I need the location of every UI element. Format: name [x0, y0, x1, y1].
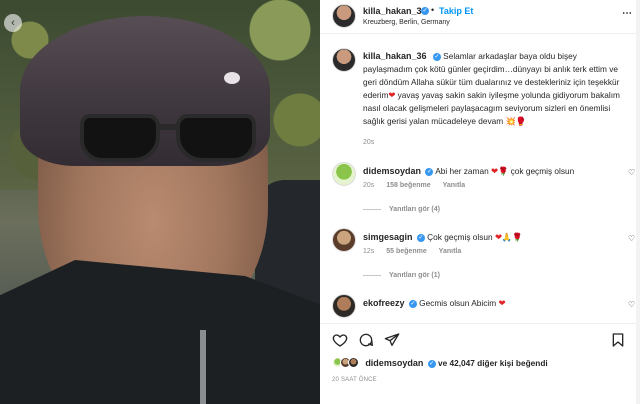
comment-body: Gecmis olsun Abicim	[419, 298, 497, 308]
sunglasses	[80, 108, 260, 168]
caption-avatar[interactable]	[332, 48, 356, 72]
post-date[interactable]: 20 SAAT ÖNCE	[332, 377, 377, 383]
first-liker[interactable]: didemsoydan	[365, 358, 423, 368]
left-lens	[80, 114, 160, 162]
post-header: killa_hakan_36 ✓ • Takip Et Kreuzberg, B…	[320, 0, 640, 34]
commenter-avatar[interactable]	[332, 162, 356, 186]
view-replies-button[interactable]: Yanıtları gör (1)	[363, 272, 440, 279]
comment-like-heart-icon[interactable]: ♡	[628, 300, 635, 309]
comment-time[interactable]: 20s	[363, 182, 374, 189]
post-location[interactable]: Kreuzberg, Berlin, Germany	[363, 19, 450, 26]
commenter-username[interactable]: didemsoydan	[363, 166, 421, 176]
caption-text-2: yavaş yavaş sakin sakin iyileşme yolunda…	[363, 90, 620, 126]
commenter-username[interactable]: ekofreezy	[363, 298, 405, 308]
action-bar	[320, 323, 640, 353]
verified-badge-icon: ✓	[416, 233, 425, 242]
comment-meta: 12s 55 beğenme Yanıtla	[363, 248, 471, 255]
post-photo[interactable]: ‹	[0, 0, 320, 404]
heart-emoji: ❤	[388, 90, 396, 100]
author-username[interactable]: killa_hakan_36	[363, 6, 427, 16]
comment-body: Çok geçmiş olsun	[427, 232, 493, 242]
reply-button[interactable]: Yanıtla	[439, 248, 462, 255]
comment-emoji: ❤🌹	[491, 166, 509, 176]
comment-likes[interactable]: 158 beğenme	[386, 182, 430, 189]
author-avatar[interactable]	[332, 4, 356, 28]
heart-icon[interactable]	[332, 332, 348, 348]
comment-like-heart-icon[interactable]: ♡	[628, 168, 635, 177]
comment-text: ekofreezy ✓ Gecmis olsun Abicim ❤	[363, 298, 613, 309]
comment-text: simgesagin ✓ Çok geçmiş olsun ❤🙏🌹	[363, 232, 613, 243]
verified-badge-icon: ✓	[421, 7, 429, 15]
verified-badge-icon: ✓	[425, 167, 434, 176]
commenter-username[interactable]: simgesagin	[363, 232, 413, 242]
comment-body-2: çok geçmiş olsun	[510, 166, 575, 176]
likes-count-text[interactable]: ve 42,047 diğer kişi beğendi	[438, 358, 548, 368]
previous-arrow-icon[interactable]: ‹	[4, 14, 22, 32]
comment-text: didemsoydan ✓ Abi her zaman ❤🌹 çok geçmi…	[363, 166, 613, 177]
jacket-zipper	[200, 330, 206, 404]
comment-body: Abi her zaman	[435, 166, 489, 176]
commenter-avatar[interactable]	[332, 228, 356, 252]
post-caption: killa_hakan_36 ✓ Selamlar arkadaşlar bay…	[363, 50, 623, 128]
more-icon[interactable]: ⋯	[622, 8, 632, 19]
caption-time[interactable]: 20s	[363, 139, 374, 146]
comment-item: didemsoydan ✓ Abi her zaman ❤🌹 çok geçmi…	[320, 162, 640, 202]
comment-item: simgesagin ✓ Çok geçmiş olsun ❤🙏🌹 12s 55…	[320, 228, 640, 268]
scrollbar[interactable]	[636, 0, 640, 404]
separator-dot: •	[431, 5, 435, 15]
comment-emoji: ❤🙏🌹	[494, 232, 523, 242]
post-details-panel: killa_hakan_36 ✓ • Takip Et Kreuzberg, B…	[320, 0, 640, 404]
verified-badge-icon: ✓	[432, 52, 441, 61]
right-lens	[176, 114, 256, 162]
comment-emoji: ❤	[498, 298, 506, 308]
liker-avatar	[348, 357, 359, 369]
bookmark-icon[interactable]	[610, 332, 626, 348]
likes-summary: didemsoydan ✓ ve 42,047 diğer kişi beğen…	[332, 357, 632, 371]
liker-avatars	[332, 357, 361, 369]
beanie-logo	[224, 72, 240, 84]
verified-badge-icon: ✓	[408, 299, 417, 308]
reply-button[interactable]: Yanıtla	[443, 182, 466, 189]
caption-username[interactable]: killa_hakan_36	[363, 51, 427, 61]
comment-icon[interactable]	[358, 332, 374, 348]
comment-time[interactable]: 12s	[363, 248, 374, 255]
comment-like-heart-icon[interactable]: ♡	[628, 234, 635, 243]
share-icon[interactable]	[384, 332, 400, 348]
view-replies-button[interactable]: Yanıtları gör (4)	[363, 206, 440, 213]
verified-badge-icon: ✓	[427, 359, 436, 368]
follow-button[interactable]: Takip Et	[439, 6, 473, 16]
comment-likes[interactable]: 55 beğenme	[386, 248, 426, 255]
commenter-avatar[interactable]	[332, 294, 356, 318]
caption-emoji: 💥🥊	[505, 116, 527, 126]
comment-meta: 20s 158 beğenme Yanıtla	[363, 182, 475, 189]
